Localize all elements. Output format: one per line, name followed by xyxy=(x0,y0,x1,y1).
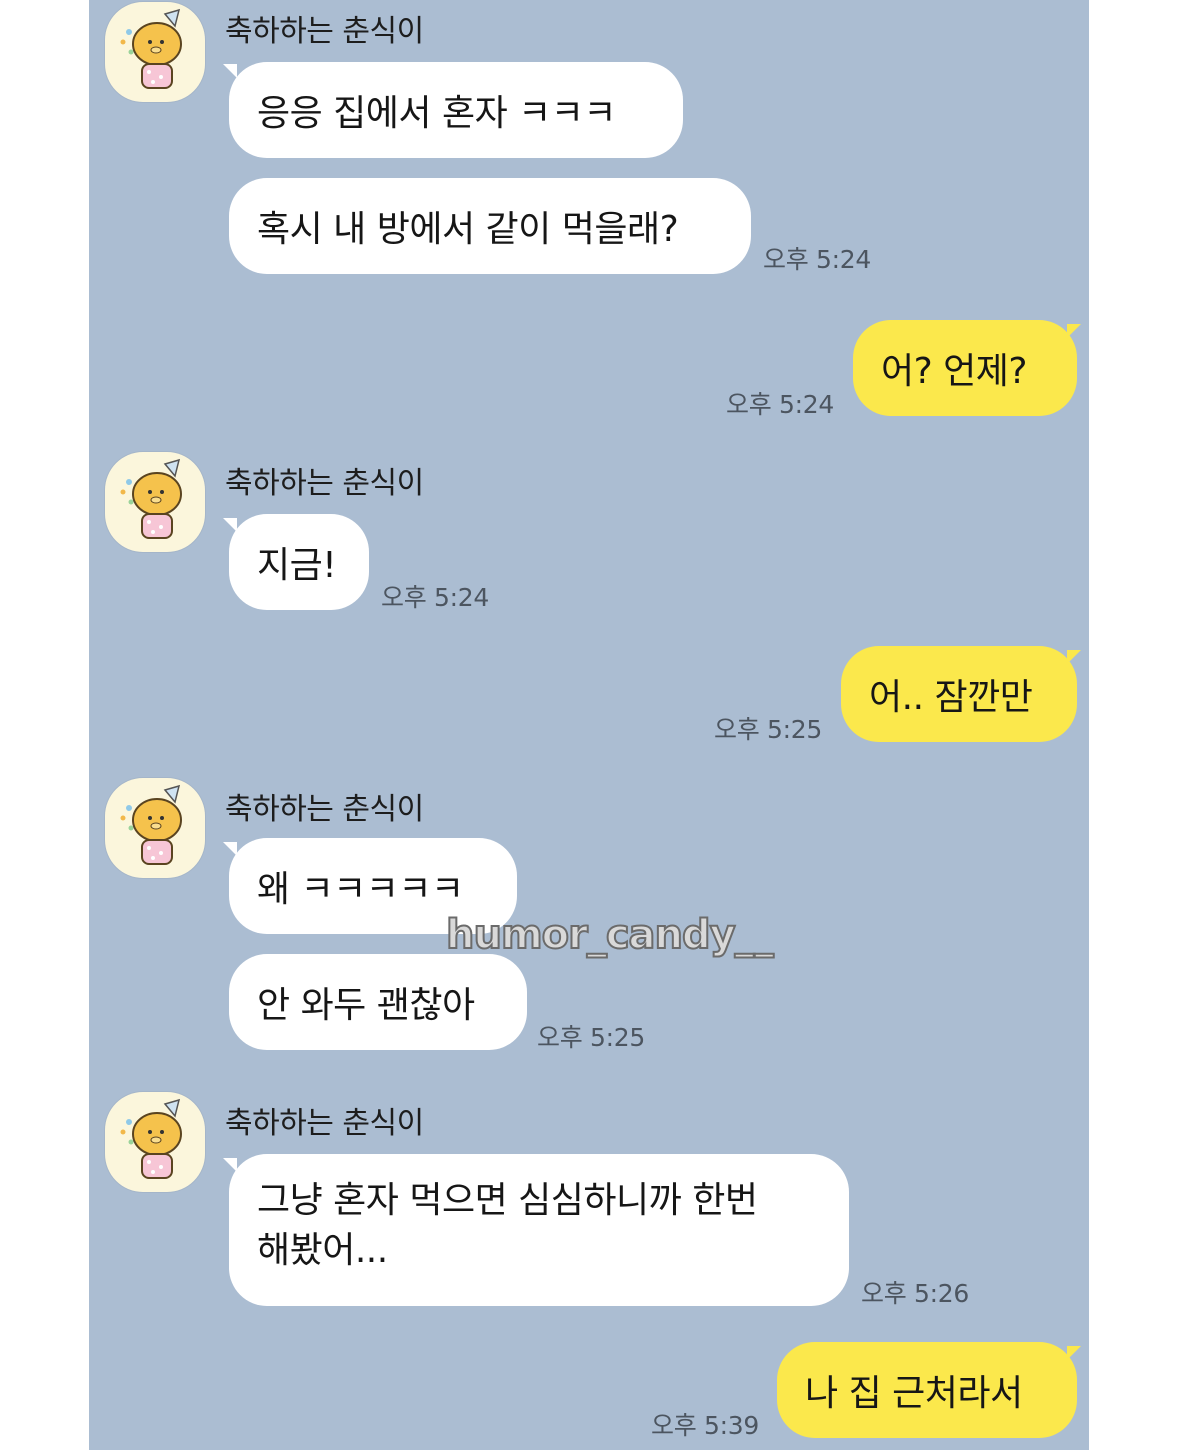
message-time: 오후 5:25 xyxy=(714,715,822,744)
message-line: 해봤어... xyxy=(257,1230,388,1271)
message-bubble-incoming[interactable]: 혹시 내 방에서 같이 먹을래? xyxy=(229,178,751,274)
sender-avatar-icon[interactable] xyxy=(105,778,205,878)
sender-name: 축하하는 춘식이 xyxy=(225,1106,424,1141)
sender-avatar-icon[interactable] xyxy=(105,1092,205,1192)
message-bubble-outgoing[interactable]: 나 집 근처라서 xyxy=(777,1342,1077,1438)
sender-avatar-icon[interactable] xyxy=(105,2,205,102)
sender-avatar-icon[interactable] xyxy=(105,452,205,552)
sender-name: 축하하는 춘식이 xyxy=(225,466,424,501)
message-bubble-incoming[interactable]: 지금! xyxy=(229,514,369,610)
message-bubble-incoming[interactable]: 그냥 혼자 먹으면 심심하니까 한번 해봤어... xyxy=(229,1154,849,1306)
message-time: 오후 5:24 xyxy=(763,245,871,274)
message-time: 오후 5:24 xyxy=(726,390,834,419)
watermark: humor_candy__ xyxy=(445,911,775,959)
message-bubble-incoming[interactable]: 응응 집에서 혼자 ㅋㅋㅋ xyxy=(229,62,683,158)
message-line: 그냥 혼자 먹으면 심심하니까 한번 xyxy=(257,1180,758,1221)
sender-name: 축하하는 춘식이 xyxy=(225,792,424,827)
message-bubble-outgoing[interactable]: 어? 언제? xyxy=(853,320,1077,416)
message-time: 오후 5:25 xyxy=(537,1023,645,1052)
chat-area[interactable]: 축하하는 춘식이 응응 집에서 혼자 ㅋㅋㅋ 혹시 내 방에서 같이 먹을래? … xyxy=(89,0,1089,1450)
sender-name: 축하하는 춘식이 xyxy=(225,14,424,49)
message-bubble-incoming[interactable]: 안 와두 괜찮아 xyxy=(229,954,527,1050)
message-bubble-outgoing[interactable]: 어.. 잠깐만 xyxy=(841,646,1077,742)
message-time: 오후 5:39 xyxy=(651,1411,759,1440)
message-time: 오후 5:24 xyxy=(381,583,489,612)
message-time: 오후 5:26 xyxy=(861,1279,969,1308)
